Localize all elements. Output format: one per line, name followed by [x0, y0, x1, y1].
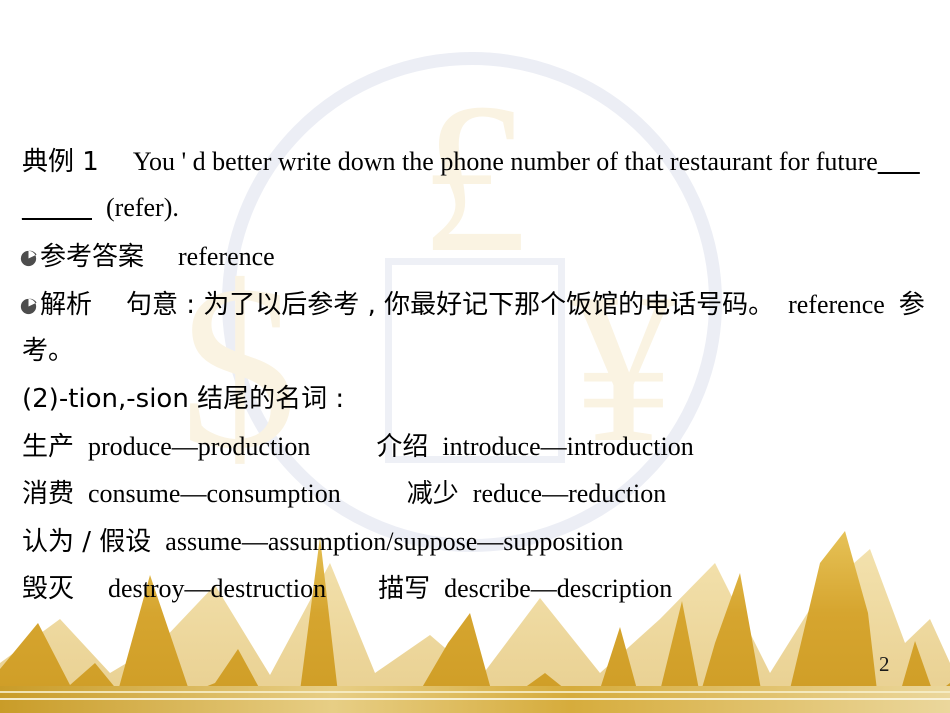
example-cue: (refer).	[106, 193, 179, 222]
page-number: 2	[879, 652, 890, 676]
example-blank-2: _____	[22, 193, 92, 222]
word-left-en: consume—consumption	[88, 479, 341, 508]
word-row: 消费 consume—consumption 减少 reduce—reduction	[22, 479, 667, 509]
analysis-label: 解析	[40, 290, 93, 320]
example-blank-1: ___	[877, 147, 920, 176]
answer-value: reference	[178, 242, 275, 271]
word-left-en: produce—production	[88, 432, 311, 461]
word-left-cn: 生产	[22, 432, 75, 462]
word-row: 毁灭 destroy—destruction 描写 describe—descript…	[22, 574, 673, 604]
analysis-line-2: 考。	[22, 336, 75, 366]
analysis-text-en: reference	[788, 290, 885, 319]
word-left-en: assume—assumption/suppose—supposition	[165, 527, 624, 556]
pound-symbol-watermark: £	[420, 58, 528, 297]
word-left-cn: 毁灭	[22, 574, 75, 604]
word-right-cn: 介绍	[376, 432, 429, 462]
word-row: 认为 / 假设 assume—assumption/suppose—supposi…	[22, 527, 624, 557]
crescent-bullet-icon	[20, 245, 37, 267]
analysis-line-1: 解析 句意 : 为了以后参考 , 你最好记下那个饭馆的电话号码。 reference…	[20, 290, 925, 320]
word-left-en: destroy—destruction	[108, 574, 327, 603]
band-stripe-upper	[0, 691, 950, 693]
word-right-cn: 减少	[406, 479, 459, 509]
crescent-bullet-icon	[20, 293, 37, 315]
analysis-text-cn: 句意 : 为了以后参考 , 你最好记下那个饭馆的电话号码。	[126, 290, 775, 320]
word-left-cn: 认为 / 假设	[22, 527, 152, 557]
example-line-2: _____ (refer).	[22, 193, 179, 223]
word-row: 生产 produce—production 介绍 introduce—introduc…	[22, 432, 694, 462]
word-left-cn: 消费	[22, 479, 75, 509]
word-right-en: reduce—reduction	[472, 479, 667, 508]
section-heading: (2)-tion,-sion 结尾的名词 :	[22, 385, 344, 414]
section-heading-text: (2)-tion,-sion 结尾的名词 :	[22, 384, 345, 414]
slide-canvas: £ $ ¥ 典例 1 You ' d better write down the…	[0, 0, 950, 713]
band-stripe-lower	[0, 698, 950, 700]
answer-line: 参考答案 reference	[20, 242, 275, 272]
example-label: 典例 1	[22, 147, 99, 177]
word-right-en: introduce—introduction	[442, 432, 694, 461]
word-right-cn: 描写	[378, 574, 431, 604]
example-sentence: You ' d better write down the phone numb…	[132, 147, 878, 176]
example-line-1: 典例 1 You ' d better write down the phone …	[22, 147, 920, 177]
mountain-front-range	[0, 531, 950, 713]
answer-label: 参考答案	[40, 242, 145, 272]
analysis-text-cn-tail: 参	[898, 290, 925, 320]
word-right-en: describe—description	[444, 574, 673, 603]
